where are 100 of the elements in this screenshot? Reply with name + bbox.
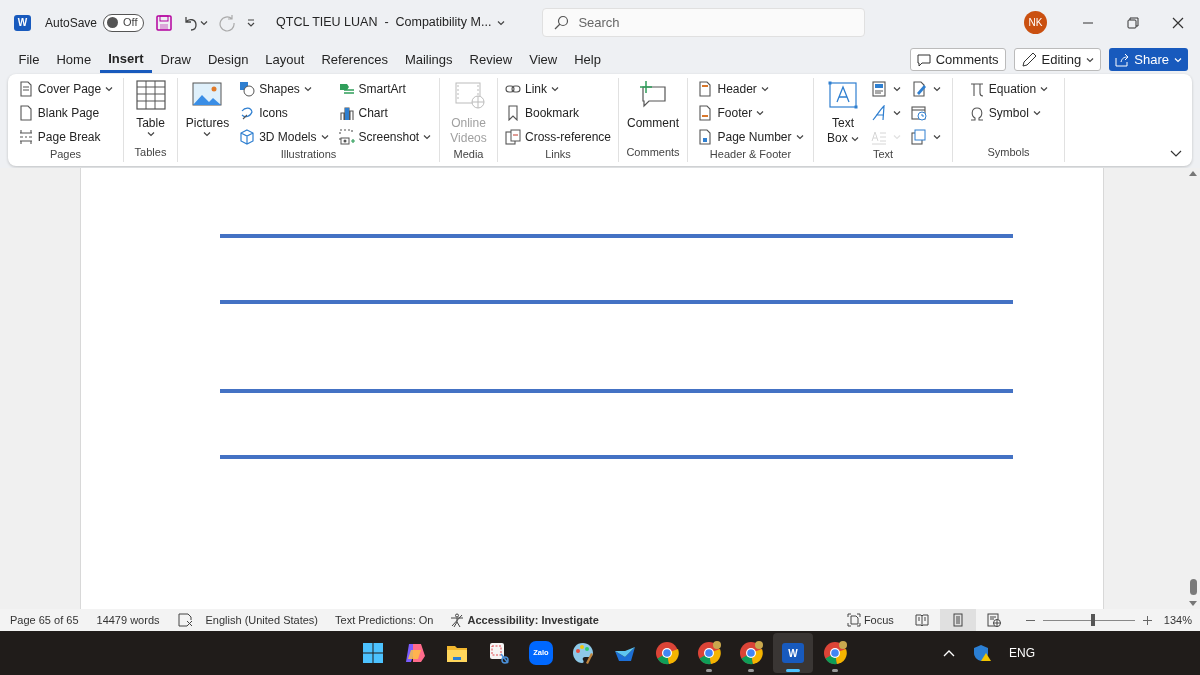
ribbon-tab[interactable]: Help — [565, 46, 610, 73]
zoom-slider[interactable] — [1040, 614, 1137, 626]
ribbon-button[interactable]: Pictures — [185, 79, 230, 137]
save-icon[interactable] — [156, 14, 173, 31]
chrome-icon — [823, 641, 847, 665]
zoom-level[interactable]: 134% — [1163, 611, 1192, 629]
ribbon-button[interactable]: Cross-reference — [505, 127, 611, 147]
group-label: Symbols — [987, 144, 1030, 160]
ribbon-button[interactable]: Shapes — [239, 79, 329, 99]
redo-icon — [218, 13, 237, 32]
caret-icon — [1086, 56, 1095, 63]
close-button[interactable] — [1172, 16, 1184, 29]
caret-icon — [497, 19, 506, 26]
collapse-ribbon-button[interactable] — [1170, 150, 1182, 158]
restore-button[interactable] — [1127, 16, 1139, 29]
ribbon-tab[interactable]: Mailings — [396, 46, 462, 73]
running-indicator — [832, 669, 838, 672]
caret-icon — [893, 134, 901, 140]
page-number-icon — [697, 129, 714, 145]
ribbon-icon-button[interactable] — [871, 79, 901, 99]
toolbar-button[interactable]: Comments — [909, 48, 1006, 71]
group-label: Text — [872, 147, 894, 162]
ribbon-button[interactable]: Symbol — [968, 103, 1049, 123]
accessibility-icon — [450, 613, 465, 627]
pi-icon — [968, 81, 985, 97]
ribbon-tab[interactable]: Draw — [152, 46, 200, 73]
word-count[interactable]: 14479 words — [96, 611, 160, 629]
accessibility-button[interactable]: Accessibility: Investigate — [450, 611, 599, 629]
group-label: Header & Footer — [709, 147, 792, 162]
copilot-icon — [403, 641, 427, 665]
ribbon-button[interactable]: Equation — [968, 79, 1049, 99]
wordart-icon — [871, 105, 887, 121]
ribbon-button[interactable]: Cover Page — [17, 79, 114, 99]
ribbon-button[interactable]: Screenshot — [338, 127, 432, 147]
ribbon-button[interactable]: Link — [505, 79, 611, 99]
page-icon — [17, 105, 34, 121]
search-bar[interactable]: Search — [542, 8, 866, 37]
group-label: Comments — [626, 144, 680, 160]
caret-icon — [551, 86, 559, 92]
user-avatar[interactable]: NK — [1024, 11, 1047, 34]
language-status[interactable]: English (United States) — [205, 611, 318, 629]
paint-palette-icon — [571, 641, 595, 665]
zoom-slider-thumb[interactable] — [1090, 614, 1095, 626]
ribbon-button[interactable]: Blank Page — [17, 103, 114, 123]
ribbon-button[interactable]: Page Number — [697, 127, 804, 147]
ribbon-button[interactable]: Header — [697, 79, 804, 99]
search-field[interactable]: Search — [578, 12, 855, 33]
ribbon-button[interactable]: SmartArt — [338, 79, 432, 99]
zoom-in-button[interactable] — [1142, 615, 1152, 625]
signature-line-icon — [911, 81, 927, 97]
security-tray-button[interactable] — [973, 644, 991, 662]
shapes-icon — [239, 81, 256, 97]
ribbon-button[interactable]: Table — [134, 79, 167, 137]
proofing-button[interactable] — [177, 613, 194, 627]
caret-icon — [893, 110, 901, 116]
caret-icon — [146, 131, 155, 137]
ribbon-tab[interactable]: Layout — [256, 46, 313, 73]
toolbar-button[interactable]: Editing — [1013, 48, 1102, 71]
ribbon-button[interactable]: 3D Models — [239, 127, 329, 147]
focus-button[interactable]: Focus — [846, 611, 894, 629]
plus-icon — [1142, 615, 1152, 625]
caret-icon — [105, 86, 114, 92]
ribbon-icon-button[interactable] — [871, 103, 901, 123]
group-label: Illustrations — [280, 147, 337, 162]
scroll-thumb[interactable] — [1189, 579, 1197, 595]
caret-icon — [933, 134, 941, 140]
drop-cap-icon — [871, 129, 887, 145]
ribbon-button[interactable]: Comment — [627, 79, 679, 131]
ribbon-icon-button[interactable] — [911, 127, 941, 147]
ribbon-tab[interactable]: Review — [461, 46, 521, 73]
ribbon-button[interactable]: Chart — [338, 103, 432, 123]
search-icon — [553, 14, 570, 31]
toolbar-button[interactable]: Share — [1109, 48, 1188, 71]
chrome-icon — [739, 641, 763, 665]
ribbon-tab[interactable]: File — [10, 46, 48, 73]
show-hidden-icons-button[interactable] — [943, 649, 955, 657]
ribbon-button[interactable]: Bookmark — [505, 103, 611, 123]
print-layout-icon — [950, 613, 965, 627]
video-icon — [452, 79, 485, 111]
ribbon-tab[interactable]: View — [520, 46, 566, 73]
ribbon-tab[interactable]: Home — [47, 46, 100, 73]
document-title[interactable]: QTCL TIEU LUAN - Compatibility M... — [276, 13, 506, 32]
view-button[interactable] — [939, 609, 976, 631]
calendar-icon — [911, 105, 927, 121]
customize-toolbar-button[interactable] — [246, 17, 257, 28]
ribbon-icon-button[interactable] — [911, 79, 941, 99]
undo-button[interactable] — [182, 14, 209, 31]
text-predictions-status[interactable]: Text Predictions: On — [335, 611, 434, 629]
page-count[interactable]: Page 65 of 65 — [10, 611, 79, 629]
cube-icon — [239, 129, 256, 145]
input-language[interactable]: ENG — [1009, 644, 1035, 662]
focus-icon — [846, 613, 861, 627]
taskbar-button[interactable]: W — [773, 633, 813, 673]
ribbon-tab[interactable]: References — [312, 46, 397, 73]
ribbon-button[interactable]: Page Break — [17, 127, 114, 147]
ribbon-button[interactable]: Footer — [697, 103, 804, 123]
ribbon-button[interactable]: Icons — [239, 103, 329, 123]
ribbon-tab[interactable]: Design — [199, 46, 257, 73]
ribbon-button[interactable]: Text Box — [825, 79, 861, 146]
autosave-toggle[interactable]: Off — [103, 13, 145, 32]
